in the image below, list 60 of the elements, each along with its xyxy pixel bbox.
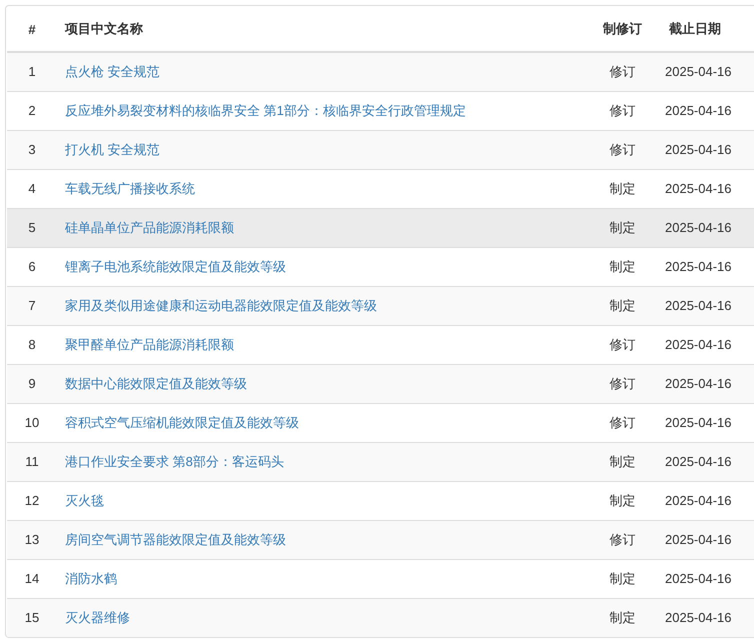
row-number: 8 [7, 325, 57, 364]
row-number: 4 [7, 169, 57, 208]
date-cell: 2025-04-16 [655, 559, 754, 598]
table-cell: 制定 [590, 208, 655, 247]
project-link[interactable]: 打火机 安全规范 [65, 142, 160, 156]
table-cell: 制定 [590, 169, 655, 208]
project-link[interactable]: 锂离子电池系统能效限定值及能效等级 [65, 258, 286, 274]
table-cell: 制定 [590, 481, 655, 520]
project-link[interactable]: 聚甲醛单位产品能源消耗限额 [65, 336, 234, 352]
row-number: 10 [7, 403, 57, 442]
project-link[interactable]: 灭火器维修 [65, 610, 130, 625]
table-cell: 制定 [590, 286, 655, 325]
date-cell: 2025-04-16 [655, 208, 754, 247]
date-cell: 2025-04-16 [655, 481, 754, 520]
project-link[interactable]: 消防水鹤 [65, 570, 117, 586]
row-number: 3 [7, 130, 57, 169]
date-cell: 2025-04-16 [655, 130, 754, 169]
date-cell: 2025-04-16 [655, 520, 754, 559]
row-number: 9 [7, 364, 57, 403]
project-link[interactable]: 数据中心能效限定值及能效等级 [65, 376, 247, 390]
row-number: 14 [7, 559, 57, 598]
table-cell: 修订 [590, 91, 655, 130]
project-link[interactable]: 港口作业安全要求 第8部分：客运码头 [65, 454, 284, 468]
table-cell: 修订 [590, 325, 655, 364]
row-number: 12 [7, 481, 57, 520]
table-cell: 修订 [590, 520, 655, 559]
row-number: 6 [7, 247, 57, 286]
date-cell: 2025-04-16 [655, 403, 754, 442]
row-number: 15 [7, 598, 57, 637]
project-link[interactable]: 家用及类似用途健康和运动电器能效限定值及能效等级 [65, 298, 377, 312]
row-number: 1 [7, 52, 57, 91]
date-cell: 2025-04-16 [655, 52, 754, 91]
project-link[interactable]: 车载无线广播接收系统 [65, 180, 195, 196]
row-number: 7 [7, 286, 57, 325]
project-link[interactable]: 容积式空气压缩机能效限定值及能效等级 [65, 414, 299, 430]
date-cell: 2025-04-16 [655, 325, 754, 364]
row-number: 11 [7, 442, 57, 481]
table-cell: 制定 [590, 559, 655, 598]
table-cell: 制定 [590, 598, 655, 637]
row-number: 13 [7, 520, 57, 559]
date-cell: 2025-04-16 [655, 247, 754, 286]
table-cell: 制定 [590, 247, 655, 286]
table-cell: 修订 [590, 52, 655, 91]
table-cell: 修订 [590, 364, 655, 403]
date-cell: 2025-04-16 [655, 598, 754, 637]
project-link[interactable]: 房间空气调节器能效限定值及能效等级 [65, 532, 286, 546]
date-cell: 2025-04-16 [655, 286, 754, 325]
project-link[interactable]: 灭火毯 [65, 492, 104, 508]
row-number: 5 [7, 208, 57, 247]
project-link[interactable]: 反应堆外易裂变材料的核临界安全 第1部分：核临界安全行政管理规定 [65, 102, 466, 118]
project-link[interactable]: 点火枪 安全规范 [65, 64, 160, 79]
table-cell: 修订 [590, 130, 655, 169]
date-cell: 2025-04-16 [655, 442, 754, 481]
date-cell: 2025-04-16 [655, 364, 754, 403]
row-number: 2 [7, 91, 57, 130]
table-cell: 制定 [590, 442, 655, 481]
date-cell: 2025-04-16 [655, 91, 754, 130]
date-cell: 2025-04-16 [655, 169, 754, 208]
project-link[interactable]: 硅单晶单位产品能源消耗限额 [65, 220, 234, 234]
table-cell: 修订 [590, 403, 655, 442]
